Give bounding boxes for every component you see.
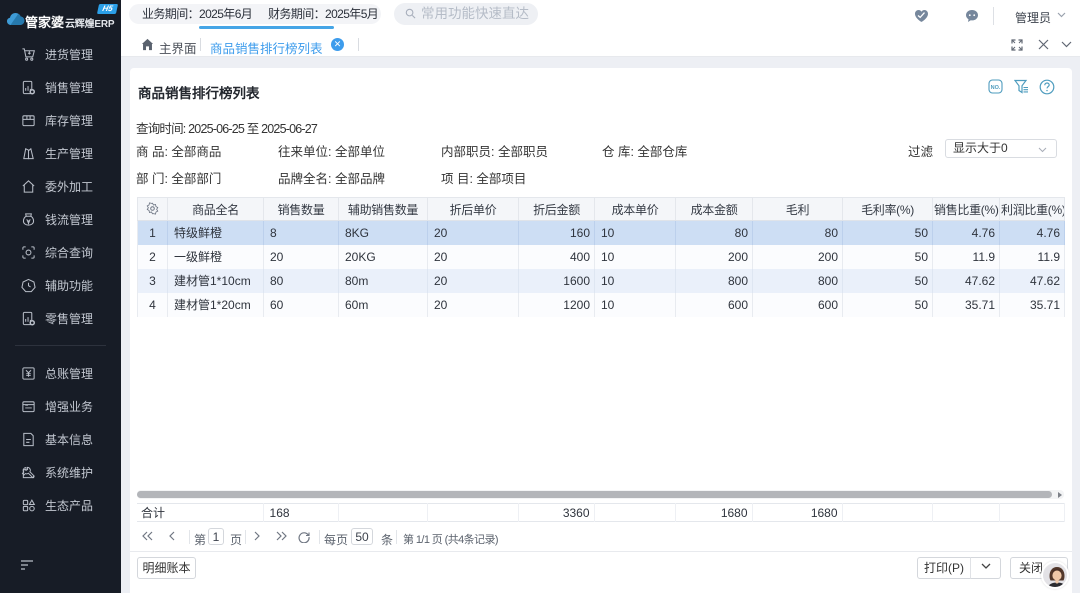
svg-text:NO.: NO. xyxy=(991,85,1001,91)
